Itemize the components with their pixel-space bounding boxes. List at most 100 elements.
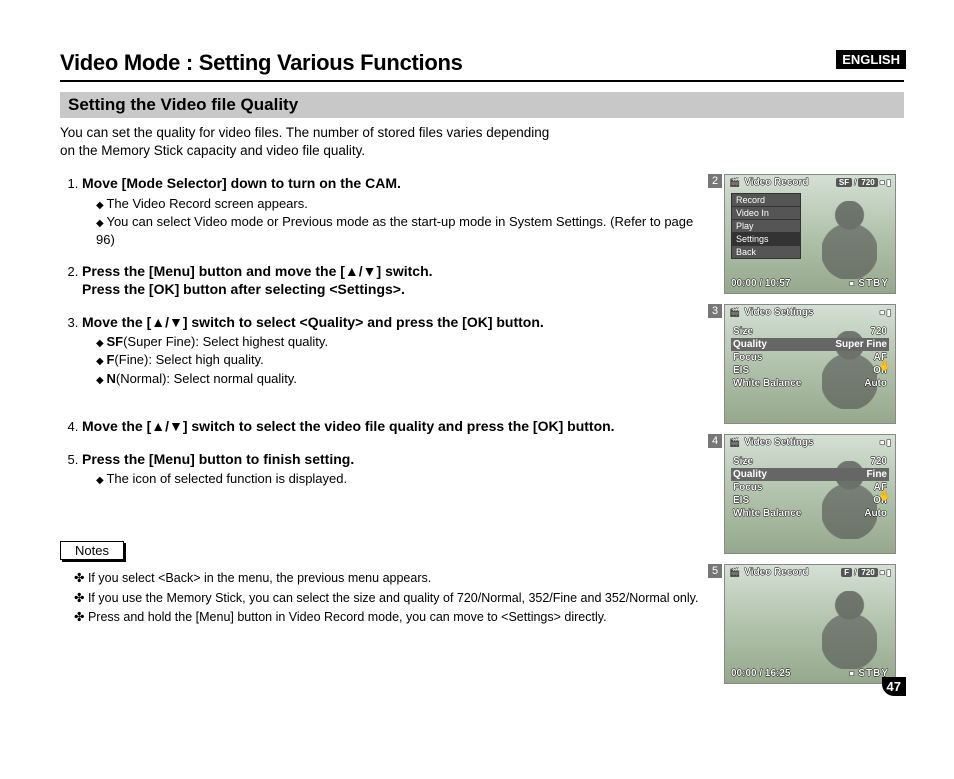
step-sub: F(Fine): Select high quality. [96,351,708,369]
step-4: Move the [▲/▼] switch to select the vide… [82,417,708,435]
camera-icon [729,567,740,578]
subject-silhouette [822,201,877,279]
v: 720 [870,456,887,467]
stop-icon: ■ [880,178,885,187]
stop-icon: ■ [880,308,885,317]
step-1: Move [Mode Selector] down to turn on the… [82,174,708,248]
lock-icon: ✋ [879,491,891,502]
v: Auto [864,508,887,519]
intro-line-1: You can set the quality for video files.… [60,125,549,140]
thumb-title: Video Settings [744,437,813,448]
menu-item-selected: Settings [731,232,801,246]
note-item: If you select <Back> in the menu, the pr… [74,570,708,588]
step-sub: N(Normal): Select normal quality. [96,370,708,388]
t: Press the [Menu] button and move the [ [82,263,345,279]
t: Move the [ [82,314,151,330]
note-item: If you use the Memory Stick, you can sel… [74,590,708,608]
language-tag: ENGLISH [836,50,906,69]
updown-icon: ▲/▼ [151,314,183,330]
v: Fine [866,469,887,480]
step-head: Press the [Menu] button and move the [▲/… [82,262,708,298]
t: (Normal): Select normal quality. [116,371,297,386]
stop-icon: ■ [880,568,885,577]
t: ] switch to select <Quality> and press t… [183,314,544,330]
thumb-number: 3 [708,304,722,318]
steps-column: Move [Mode Selector] down to turn on the… [60,174,708,694]
thumb-2: 2 Video Record SF/ 720 ■ Re [724,174,904,294]
status-stby: STBY [849,278,889,289]
menu-item: Record [731,193,801,207]
k: Size [733,456,753,467]
camera-icon [729,307,740,318]
step-sub: SF(Super Fine): Select highest quality. [96,333,708,351]
page-title: Video Mode : Setting Various Functions [60,50,904,76]
k: EIS [733,495,749,506]
quality-pill: SF [836,178,852,187]
stop-icon: ■ [880,438,885,447]
k: Quality [733,339,767,350]
thumb-title: Video Record [744,567,808,578]
battery-icon [887,308,891,317]
t: (Super Fine): Select highest quality. [123,334,328,349]
thumb-number: 5 [708,564,722,578]
step-sub: The Video Record screen appears. [96,195,708,213]
t: ] switch to select the video file qualit… [183,418,615,434]
updown-icon: ▲/▼ [345,263,377,279]
settings-list: Size720 QualityFine FocusAF EISOn White … [731,455,889,520]
battery-icon [887,568,891,577]
updown-icon: ▲/▼ [151,418,183,434]
step-head: Press the [Menu] button to finish settin… [82,450,708,468]
t: (Fine): Select high quality. [114,352,263,367]
step-5: Press the [Menu] button to finish settin… [82,450,708,488]
step-sub: The icon of selected function is display… [96,470,708,488]
title-rule [60,80,904,82]
settings-list: Size720 QualitySuper Fine FocusAF EISOn … [731,325,889,390]
notes-heading: Notes [60,541,124,560]
camera-icon [729,177,740,188]
v: Auto [864,378,887,389]
k: White Balance [733,508,801,519]
menu-list: Record Video In Play Settings Back [731,193,801,258]
steps-list: Move [Mode Selector] down to turn on the… [60,174,708,487]
menu-item: Video In [731,206,801,220]
lock-icon: ✋ [879,361,891,372]
thumb-number: 2 [708,174,722,188]
k: White Balance [733,378,801,389]
t: Move the [ [82,418,151,434]
screenshots-column: 2 Video Record SF/ 720 ■ Re [724,174,904,694]
k: Size [733,326,753,337]
time-counter: 00:00 / 10:57 [731,278,791,289]
v: 720 [870,326,887,337]
subject-silhouette [822,591,877,669]
thumb-title: Video Record [744,177,808,188]
battery-icon [887,438,891,447]
note-item: Press and hold the [Menu] button in Vide… [74,609,708,627]
step-sub: You can select Video mode or Previous mo… [96,213,708,248]
size-pill: 720 [858,568,877,577]
time-counter: 00:00 / 16:25 [731,668,791,679]
k: Focus [733,352,762,363]
v: Super Fine [835,339,887,350]
step-2: Press the [Menu] button and move the [▲/… [82,262,708,298]
step-head: Move [Mode Selector] down to turn on the… [82,174,708,192]
menu-item: Play [731,219,801,233]
step-head: Move the [▲/▼] switch to select <Quality… [82,313,708,331]
t: Press the [OK] button after selecting <S… [82,281,405,297]
step-head: Move the [▲/▼] switch to select the vide… [82,417,708,435]
thumb-title: Video Settings [744,307,813,318]
thumb-3: 3 Video Settings ■ Size720 QualitySuper … [724,304,904,424]
k: EIS [733,365,749,376]
thumb-4: 4 Video Settings ■ Size720 QualityFine F… [724,434,904,554]
quality-pill: F [841,568,852,577]
t: ] switch. [377,263,433,279]
step-3: Move the [▲/▼] switch to select <Quality… [82,313,708,388]
k: Focus [733,482,762,493]
thumb-5: 5 Video Record F/ 720 ■ 00: [724,564,904,684]
b: N [106,371,115,386]
battery-icon [887,178,891,187]
camera-icon [729,437,740,448]
thumb-number: 4 [708,434,722,448]
section-subtitle: Setting the Video file Quality [60,92,904,118]
intro-text: You can set the quality for video files.… [60,124,904,160]
size-pill: 720 [858,178,877,187]
